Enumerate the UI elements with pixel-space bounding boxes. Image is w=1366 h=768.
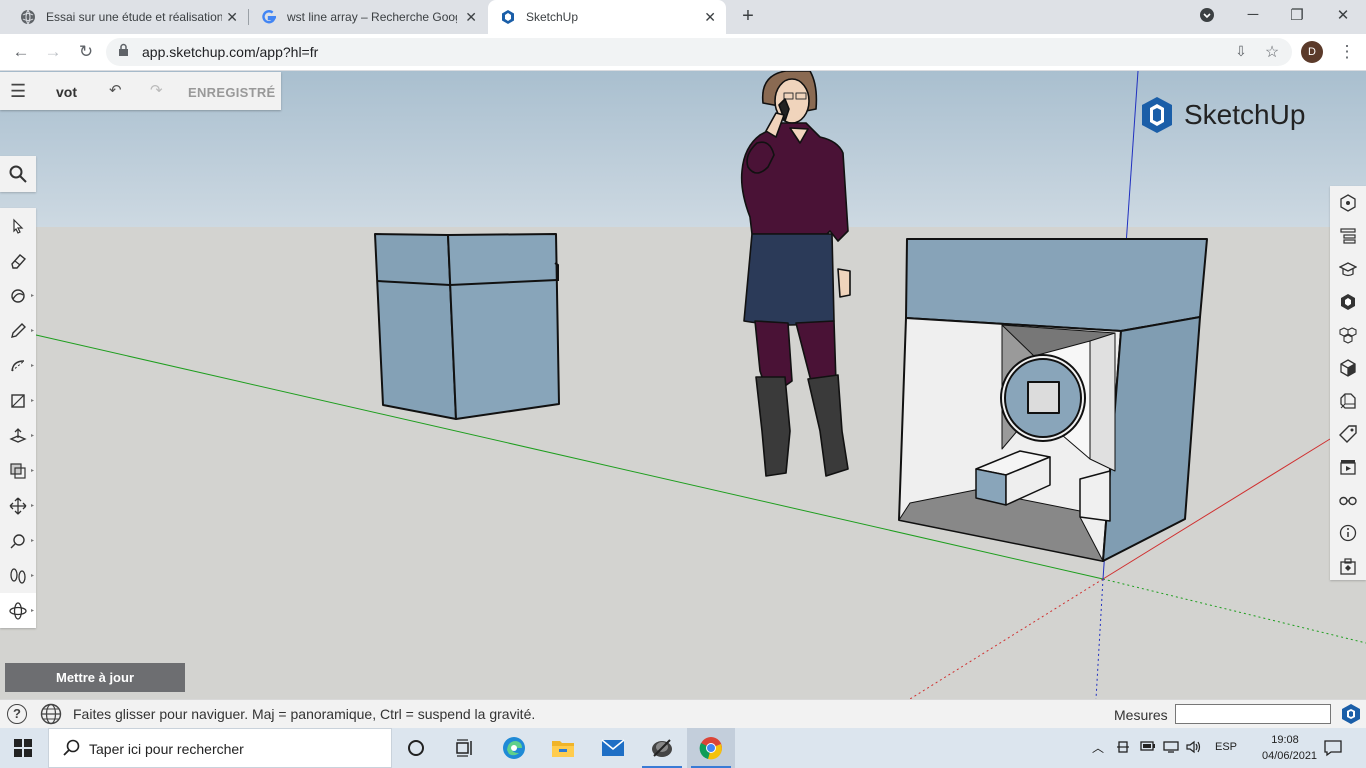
globe-icon[interactable] [40, 703, 62, 730]
install-icon[interactable]: ⇩ [1231, 43, 1251, 60]
file-explorer-icon[interactable] [539, 728, 587, 768]
orbit-tool-icon[interactable]: ▸ [0, 593, 36, 628]
sketchup-logo: SketchUp [1140, 96, 1305, 134]
sketchup-small-icon [1340, 703, 1362, 730]
new-tab-button[interactable]: + [738, 5, 758, 28]
redo-icon[interactable]: ↷ [150, 81, 163, 99]
save-status: ENREGISTRÉ [188, 85, 276, 100]
speaker-box [898, 238, 1208, 562]
rectangle-tool-icon[interactable]: ▸ [0, 383, 36, 418]
materials-icon[interactable] [1330, 285, 1366, 318]
chrome-icon[interactable] [687, 728, 735, 768]
scene-canvas[interactable] [0, 71, 1366, 699]
sketchup-icon [500, 9, 516, 25]
status-bar: ? Faites glisser pour naviguer. Maj = pa… [0, 699, 1366, 728]
edge-icon[interactable] [490, 728, 538, 768]
browser-toolbar: ← → ↻ app.sketchup.com/app?hl=fr ⇩ ☆ D ⋮ [0, 34, 1366, 71]
push-pull-tool-icon[interactable]: ▸ [0, 418, 36, 453]
close-icon[interactable]: ✕ [465, 9, 477, 26]
styles-icon[interactable] [1330, 351, 1366, 384]
tab-sketchup[interactable]: SketchUp ✕ [488, 0, 726, 34]
scenes-icon[interactable] [1330, 450, 1366, 483]
clock-date: 04/06/2021 [1262, 750, 1318, 762]
minimize-icon[interactable]: ─ [1243, 6, 1263, 23]
window-close-icon[interactable]: ✕ [1333, 6, 1353, 24]
reload-icon[interactable]: ↻ [76, 42, 96, 62]
windows-taskbar: Taper ici pour rechercher ︿ ESP 19:08 04… [0, 728, 1366, 768]
forward-icon[interactable]: → [43, 42, 63, 62]
search-icon[interactable] [0, 156, 36, 192]
display-icon[interactable] [1330, 483, 1366, 516]
model-title[interactable]: vot [56, 84, 77, 100]
measures-label: Mesures [1114, 707, 1168, 723]
task-view-icon[interactable] [440, 728, 488, 768]
cortana-icon[interactable] [392, 728, 440, 768]
update-button[interactable]: Mettre à jour [5, 663, 185, 692]
sketchup-topbar: ☰ vot ↶ ↷ ENREGISTRÉ [0, 72, 281, 110]
tab-title: SketchUp [526, 10, 579, 24]
left-box [374, 233, 560, 420]
right-toolbar [1330, 186, 1366, 580]
pencil-tool-icon[interactable]: ▸ [0, 313, 36, 348]
offset-tool-icon[interactable]: ▸ [0, 453, 36, 488]
tab-search-icon[interactable] [1197, 8, 1217, 26]
google-icon [261, 9, 277, 25]
select-tool-icon[interactable] [0, 208, 36, 243]
undo-icon[interactable]: ↶ [109, 81, 122, 99]
model-viewport[interactable] [0, 71, 1366, 699]
show-hidden-icons-icon[interactable]: ︿ [1092, 739, 1104, 756]
device-icon[interactable] [1116, 740, 1130, 757]
notification-icon[interactable] [1324, 739, 1342, 762]
arc-tool-icon[interactable]: ▸ [0, 348, 36, 383]
tags-icon[interactable] [1330, 417, 1366, 450]
browser-tab-strip: Essai sur une étude et réalisation ✕ wst… [0, 0, 1366, 34]
network-icon[interactable] [1163, 740, 1179, 757]
lock-icon [118, 43, 129, 60]
maximize-icon[interactable]: ❐ [1287, 6, 1307, 24]
status-message: Faites glisser pour naviguer. Maj = pano… [73, 706, 536, 722]
mail-icon[interactable] [589, 728, 637, 768]
globe-icon [20, 9, 36, 25]
extension-icon[interactable] [1330, 549, 1366, 582]
clock[interactable]: 19:08 04/06/2021 [1262, 732, 1318, 764]
components-icon[interactable] [1330, 318, 1366, 351]
eraser-tool-icon[interactable] [0, 243, 36, 278]
hamburger-menu-icon[interactable]: ☰ [10, 81, 26, 102]
language-indicator[interactable]: ESP [1215, 741, 1237, 753]
tab-essai[interactable]: Essai sur une étude et réalisation ✕ [0, 0, 248, 34]
tab-title: Essai sur une étude et réalisation [46, 10, 222, 24]
move-tool-icon[interactable]: ▸ [0, 488, 36, 523]
search-icon [63, 739, 81, 762]
address-bar[interactable]: app.sketchup.com/app?hl=fr [106, 38, 1292, 66]
sketchup-logo-icon [1142, 97, 1172, 133]
volume-icon[interactable] [1186, 740, 1204, 757]
layers-icon[interactable] [1330, 384, 1366, 417]
walk-tool-icon[interactable]: ▸ [0, 558, 36, 593]
outliner-icon[interactable] [1330, 219, 1366, 252]
help-icon[interactable]: ? [7, 704, 27, 724]
bookmark-star-icon[interactable]: ☆ [1262, 42, 1282, 62]
clock-time: 19:08 [1271, 734, 1299, 746]
measures-input[interactable] [1175, 704, 1331, 724]
taskbar-search-placeholder: Taper ici pour rechercher [89, 741, 244, 757]
tape-measure-tool-icon[interactable]: ▸ [0, 523, 36, 558]
taskbar-search-box[interactable]: Taper ici pour rechercher [48, 728, 392, 768]
tab-google[interactable]: wst line array – Recherche Googl ✕ [249, 0, 487, 34]
back-icon[interactable]: ← [11, 42, 31, 62]
close-icon[interactable]: ✕ [226, 9, 238, 26]
close-icon[interactable]: ✕ [704, 9, 716, 26]
url-text: app.sketchup.com/app?hl=fr [142, 44, 319, 60]
info-icon[interactable] [1330, 516, 1366, 549]
entity-info-icon[interactable] [1330, 186, 1366, 219]
left-toolbar: ▸ ▸ ▸ ▸ ▸ ▸ ▸ ▸ ▸ ▸ [0, 208, 36, 628]
paint-bucket-tool-icon[interactable]: ▸ [0, 278, 36, 313]
browser-menu-icon[interactable]: ⋮ [1337, 42, 1357, 62]
tab-title: wst line array – Recherche Googl [287, 10, 457, 24]
windows-start-icon[interactable] [14, 739, 32, 762]
instructor-icon[interactable] [1330, 252, 1366, 285]
profile-avatar[interactable]: D [1301, 41, 1323, 63]
battery-icon[interactable] [1140, 740, 1156, 755]
sketchup-logo-text: SketchUp [1184, 99, 1306, 130]
media-app-icon[interactable] [638, 728, 686, 768]
